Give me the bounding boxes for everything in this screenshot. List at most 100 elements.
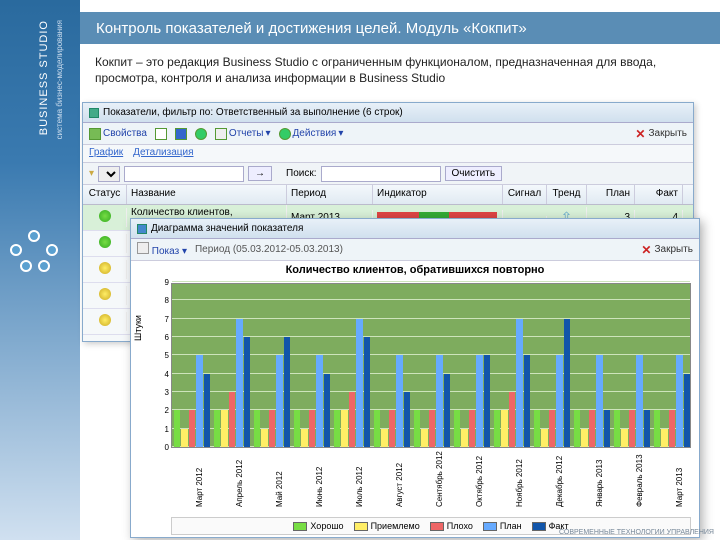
window-icon <box>137 224 147 234</box>
bar <box>476 355 482 447</box>
bar <box>454 410 460 447</box>
bar <box>636 355 642 447</box>
bar <box>621 429 627 447</box>
close-button[interactable]: ✕Закрыть <box>635 127 687 141</box>
bar <box>404 392 410 447</box>
clear-button[interactable]: Очистить <box>445 166 503 181</box>
search-label: Поиск: <box>286 168 317 179</box>
chart-area: Количество клиентов, обратившихся повтор… <box>131 261 699 517</box>
x-tick-label: Июль 2012 <box>355 467 364 507</box>
legend-plan: План <box>483 521 522 531</box>
y-tick: 9 <box>157 278 169 287</box>
bar <box>196 355 202 447</box>
show-button[interactable]: Показ ▾ <box>137 242 187 257</box>
report-icon <box>215 128 227 140</box>
filter-select[interactable] <box>98 166 120 182</box>
actions-button[interactable]: Действия ▾ <box>279 128 344 140</box>
x-tick-label: Май 2012 <box>275 471 284 507</box>
col-period[interactable]: Период <box>287 185 373 204</box>
col-status[interactable]: Статус <box>83 185 127 204</box>
col-trend[interactable]: Тренд <box>547 185 587 204</box>
filter-go-button[interactable]: → <box>248 166 272 181</box>
bar <box>349 392 355 447</box>
filter-row: ▾ → Поиск: Очистить <box>83 163 693 185</box>
refresh-button[interactable] <box>195 128 207 140</box>
bar <box>589 410 595 447</box>
disk-icon <box>175 128 187 140</box>
bar <box>669 410 675 447</box>
y-tick: 6 <box>157 333 169 342</box>
tab-detail[interactable]: Детализация <box>133 147 193 160</box>
status-dot-icon <box>99 262 111 274</box>
bar <box>461 429 467 447</box>
search-input[interactable] <box>321 166 441 182</box>
bar <box>244 337 250 447</box>
bar <box>469 410 475 447</box>
new-button[interactable] <box>155 128 167 140</box>
y-tick: 3 <box>157 388 169 397</box>
col-fact[interactable]: Факт <box>635 185 683 204</box>
x-axis-labels: Март 2012Апрель 2012Май 2012Июнь 2012Июл… <box>171 451 691 511</box>
bar-group <box>494 319 530 447</box>
bar <box>236 319 242 447</box>
page-icon <box>137 242 149 254</box>
page-icon <box>155 128 167 140</box>
x-tick-label: Сентябрь 2012 <box>435 451 444 507</box>
bar <box>341 410 347 447</box>
bar <box>214 410 220 447</box>
bar <box>556 355 562 447</box>
bar-group <box>254 337 290 447</box>
properties-button[interactable]: Свойства <box>89 128 147 140</box>
bar <box>494 410 500 447</box>
chart-window: Диаграмма значений показателя Показ ▾ Пе… <box>130 218 700 538</box>
bar <box>596 355 602 447</box>
bar <box>189 410 195 447</box>
col-plan[interactable]: План <box>587 185 635 204</box>
bar <box>301 429 307 447</box>
close-button[interactable]: ✕Закрыть <box>641 243 693 257</box>
footer-logo: СОВРЕМЕННЫЕ ТЕХНОЛОГИИ УПРАВЛЕНИЯ <box>559 529 714 536</box>
brand-text: BUSINESS STUDIO <box>38 20 50 135</box>
bar <box>574 410 580 447</box>
x-tick-label: Март 2013 <box>675 468 684 507</box>
window-titlebar[interactable]: Диаграмма значений показателя <box>131 219 699 239</box>
tab-chart[interactable]: График <box>89 147 123 160</box>
bar <box>229 392 235 447</box>
bar <box>614 410 620 447</box>
y-tick: 0 <box>157 443 169 452</box>
page-title: Контроль показателей и достижения целей.… <box>96 20 527 37</box>
funnel-icon[interactable]: ▾ <box>89 168 94 179</box>
bar <box>396 355 402 447</box>
chart-title: Количество клиентов, обратившихся повтор… <box>131 261 699 279</box>
y-tick: 4 <box>157 370 169 379</box>
toolbar: Показ ▾ Период (05.03.2012-05.03.2013) ✕… <box>131 239 699 261</box>
bar <box>444 374 450 447</box>
x-tick-label: Март 2012 <box>195 468 204 507</box>
x-tick-label: Декабрь 2012 <box>555 456 564 507</box>
bar-group <box>214 319 250 447</box>
window-title-text: Показатели, фильтр по: Ответственный за … <box>103 107 403 118</box>
bar <box>181 429 187 447</box>
col-signal[interactable]: Сигнал <box>503 185 547 204</box>
bar <box>581 429 587 447</box>
status-dot-icon <box>99 314 111 326</box>
window-titlebar[interactable]: Показатели, фильтр по: Ответственный за … <box>83 103 693 123</box>
left-sidebar: BUSINESS STUDIO система бизнес-моделиров… <box>0 0 80 540</box>
toolbar: Свойства Отчеты ▾ Действия ▾ ✕Закрыть <box>83 123 693 145</box>
y-tick: 1 <box>157 425 169 434</box>
col-indicator[interactable]: Индикатор <box>373 185 503 204</box>
bar <box>316 355 322 447</box>
save-button[interactable] <box>175 128 187 140</box>
status-dot-icon <box>99 288 111 300</box>
col-name[interactable]: Название <box>127 185 287 204</box>
bar <box>644 410 650 447</box>
bar <box>309 410 315 447</box>
bar <box>421 429 427 447</box>
y-axis-label: Штуки <box>133 315 143 341</box>
bar <box>284 337 290 447</box>
reports-button[interactable]: Отчеты ▾ <box>215 128 271 140</box>
window-icon <box>89 108 99 118</box>
filter-input[interactable] <box>124 166 244 182</box>
bar <box>269 410 275 447</box>
bar <box>374 410 380 447</box>
